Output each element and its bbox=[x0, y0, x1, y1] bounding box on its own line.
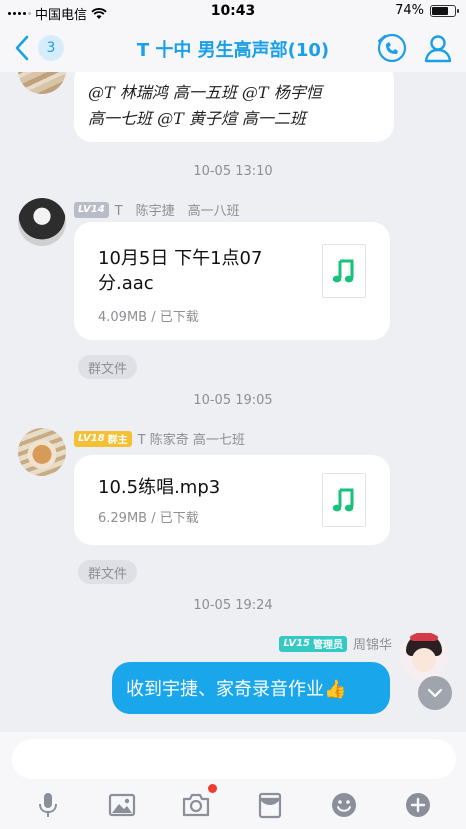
my-text-bubble[interactable]: 收到宇捷、家奇录音作业👍 bbox=[112, 662, 390, 714]
sender-line: LV18 群主 T 陈家奇 高一七班 bbox=[74, 429, 245, 448]
avatar-headpiece bbox=[410, 633, 438, 641]
avatar[interactable] bbox=[18, 72, 66, 94]
chevron-down-icon bbox=[427, 688, 443, 698]
music-note-icon bbox=[332, 259, 354, 283]
status-bar: 中国电信 10:43 74% bbox=[0, 0, 466, 24]
file-name: 10月5日 下午1点07 分.aac bbox=[98, 248, 263, 294]
emoji-icon[interactable] bbox=[329, 790, 359, 820]
level-badge: LV15 管理员 bbox=[279, 635, 347, 652]
message-text: @T 林瑞鸿 高一五班 @T 杨宇恒 高一七班 @T 黄子煊 高一二班 bbox=[88, 83, 322, 128]
timestamp: 10-05 13:10 bbox=[193, 164, 273, 179]
avatar[interactable] bbox=[400, 632, 448, 680]
camera-notification-dot bbox=[208, 784, 217, 793]
avatar[interactable] bbox=[18, 198, 66, 246]
file-meta: 6.29MB / 已下载 bbox=[98, 511, 199, 526]
nav-bar: 3 T 十中 男生高声部(10) bbox=[0, 24, 466, 72]
microphone-icon[interactable] bbox=[33, 790, 63, 820]
file-name: 10.5练唱.mp3 bbox=[98, 477, 221, 498]
plus-icon[interactable] bbox=[403, 790, 433, 820]
file-bubble[interactable]: 10月5日 下午1点07 分.aac 4.09MB / 已下载 bbox=[74, 222, 390, 340]
input-toolbar bbox=[0, 784, 466, 824]
audio-file-thumbnail bbox=[322, 244, 366, 298]
image-icon[interactable] bbox=[107, 790, 137, 820]
avatar-face bbox=[412, 648, 436, 672]
group-file-tag[interactable]: 群文件 bbox=[78, 355, 138, 379]
text-bubble[interactable]: @T 林瑞鸿 高一五班 @T 杨宇恒 高一七班 @T 黄子煊 高一二班 bbox=[74, 72, 394, 142]
phone-call-icon[interactable] bbox=[376, 32, 408, 64]
battery-percent: 74% bbox=[395, 3, 424, 18]
battery-icon bbox=[430, 4, 459, 17]
sender-name[interactable]: T 陈家奇 高一七班 bbox=[138, 429, 245, 448]
file-meta: 4.09MB / 已下载 bbox=[98, 310, 199, 325]
timestamp: 10-05 19:24 bbox=[193, 598, 273, 613]
music-note-icon bbox=[332, 488, 354, 512]
avatar[interactable] bbox=[18, 428, 66, 476]
timestamp: 10-05 19:05 bbox=[193, 393, 273, 408]
sender-name[interactable]: 周锦华 bbox=[353, 634, 392, 653]
battery-area: 74% bbox=[395, 3, 459, 18]
audio-file-thumbnail bbox=[322, 473, 366, 527]
sender-name[interactable]: T 陈宇捷 高一八班 bbox=[115, 200, 240, 219]
file-bubble[interactable]: 10.5练唱.mp3 6.29MB / 已下载 bbox=[74, 455, 390, 545]
sender-line: LV14 T 陈宇捷 高一八班 bbox=[74, 200, 240, 219]
group-file-tag[interactable]: 群文件 bbox=[78, 560, 138, 584]
level-badge: LV14 bbox=[74, 201, 109, 218]
sender-line: LV15 管理员 周锦华 bbox=[279, 634, 392, 653]
level-badge: LV18 群主 bbox=[74, 430, 132, 447]
scroll-to-bottom-button[interactable] bbox=[418, 676, 452, 710]
group-members-icon[interactable] bbox=[422, 32, 454, 64]
red-packet-icon[interactable] bbox=[255, 790, 285, 820]
camera-icon[interactable] bbox=[181, 790, 211, 820]
input-bar bbox=[0, 732, 466, 829]
message-list[interactable]: @T 林瑞鸿 高一五班 @T 杨宇恒 高一七班 @T 黄子煊 高一二班 10-0… bbox=[0, 72, 466, 732]
message-text: 收到宇捷、家奇录音作业👍 bbox=[126, 679, 347, 700]
message-input[interactable] bbox=[12, 739, 456, 779]
